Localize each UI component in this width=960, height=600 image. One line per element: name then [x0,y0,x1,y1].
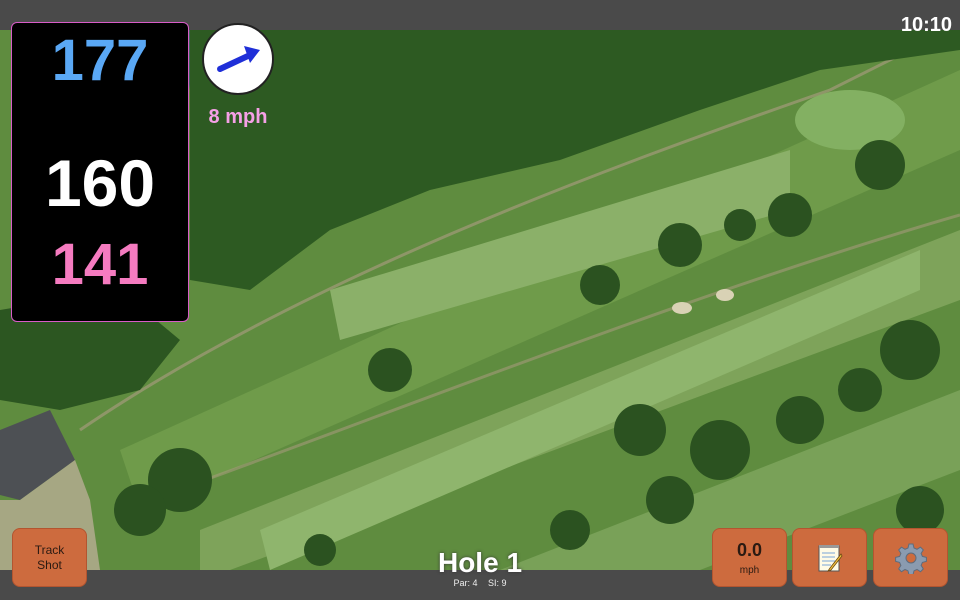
front-of-green-yardage: 141 [51,232,149,297]
hole-info: Hole 1 Par: 4 SI: 9 [400,547,560,589]
wind-speed-unit: mph [739,564,760,576]
hole-details: Par: 4 SI: 9 [400,578,560,588]
notes-button[interactable] [792,528,867,587]
notepad-pencil-icon [818,544,842,572]
wind-speed-value: 0.0 [736,539,763,560]
hole-stroke-index: SI: 9 [488,578,507,588]
track-shot-label-line2: Shot [37,557,62,572]
middle-of-green-yardage: 160 [44,146,156,220]
status-clock: 10:10 [900,14,952,36]
track-shot-label-line1: Track [34,542,65,557]
hole-par: Par: 4 [453,578,478,588]
gear-icon [894,543,927,574]
wind-direction-arrow-icon [217,46,260,72]
wind-speed-label: 8 mph [208,106,268,128]
settings-button[interactable] [873,528,948,587]
track-shot-button[interactable]: Track Shot [12,528,87,587]
wind-speed-button[interactable]: 0.0 mph [712,528,787,587]
yardage-panel: 177 160 141 [11,22,189,322]
wind-indicator [202,23,274,95]
hole-title: Hole 1 [437,547,523,578]
